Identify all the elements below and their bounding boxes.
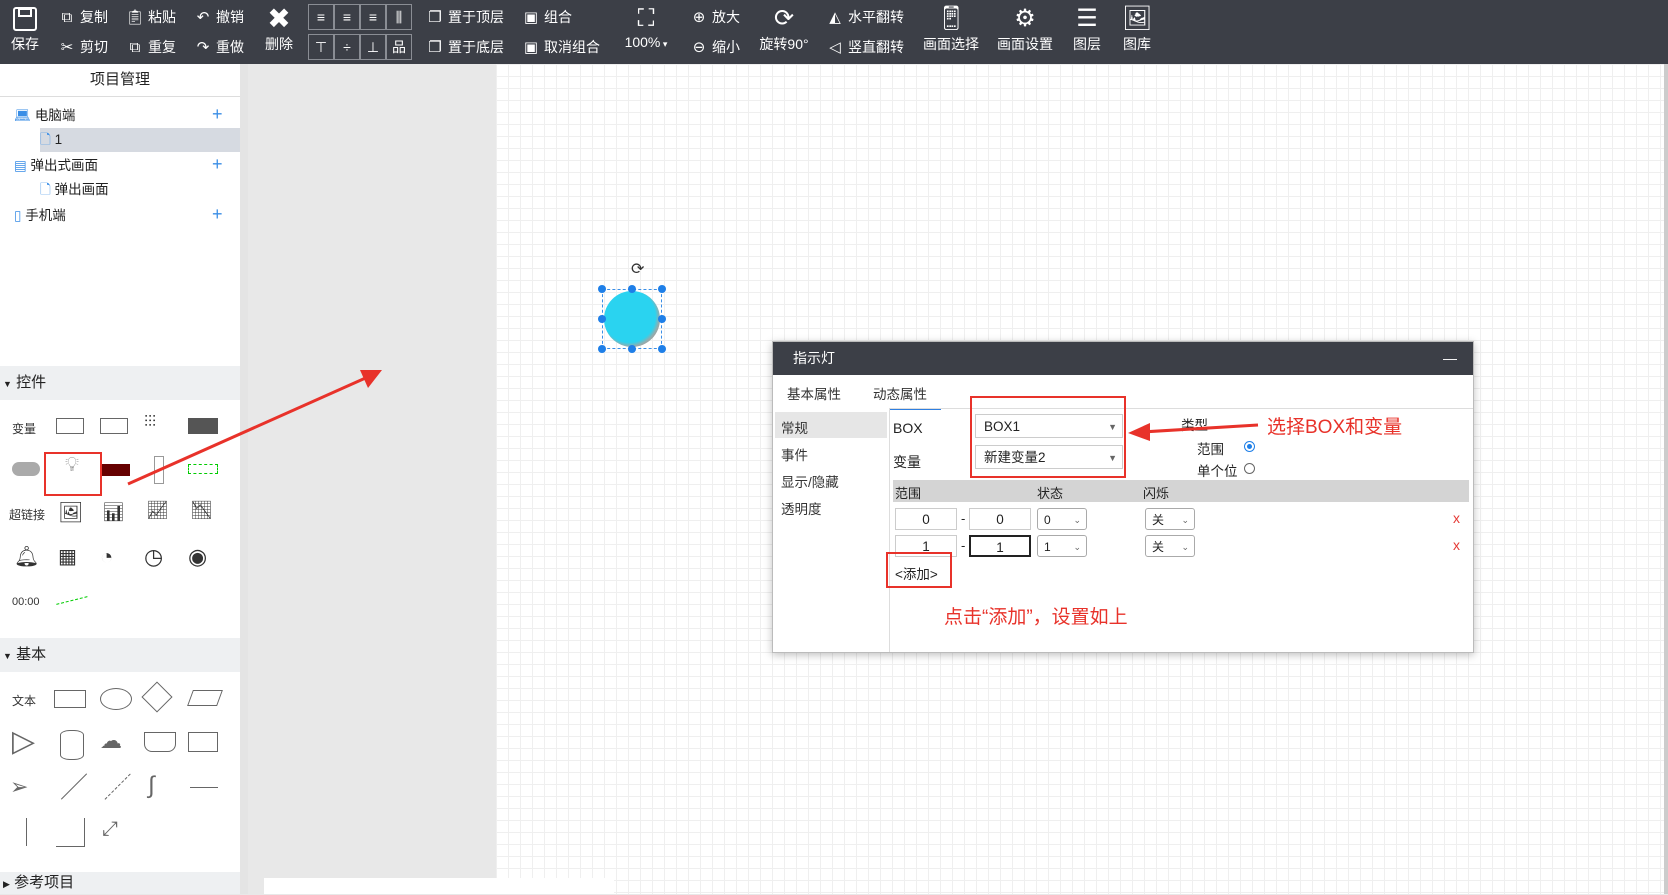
arrow-to-canvas [127, 374, 371, 486]
annotation-arrows [127, 370, 1259, 486]
arrowhead-selectors [1128, 423, 1150, 441]
arrow-to-selectors [1141, 423, 1259, 434]
